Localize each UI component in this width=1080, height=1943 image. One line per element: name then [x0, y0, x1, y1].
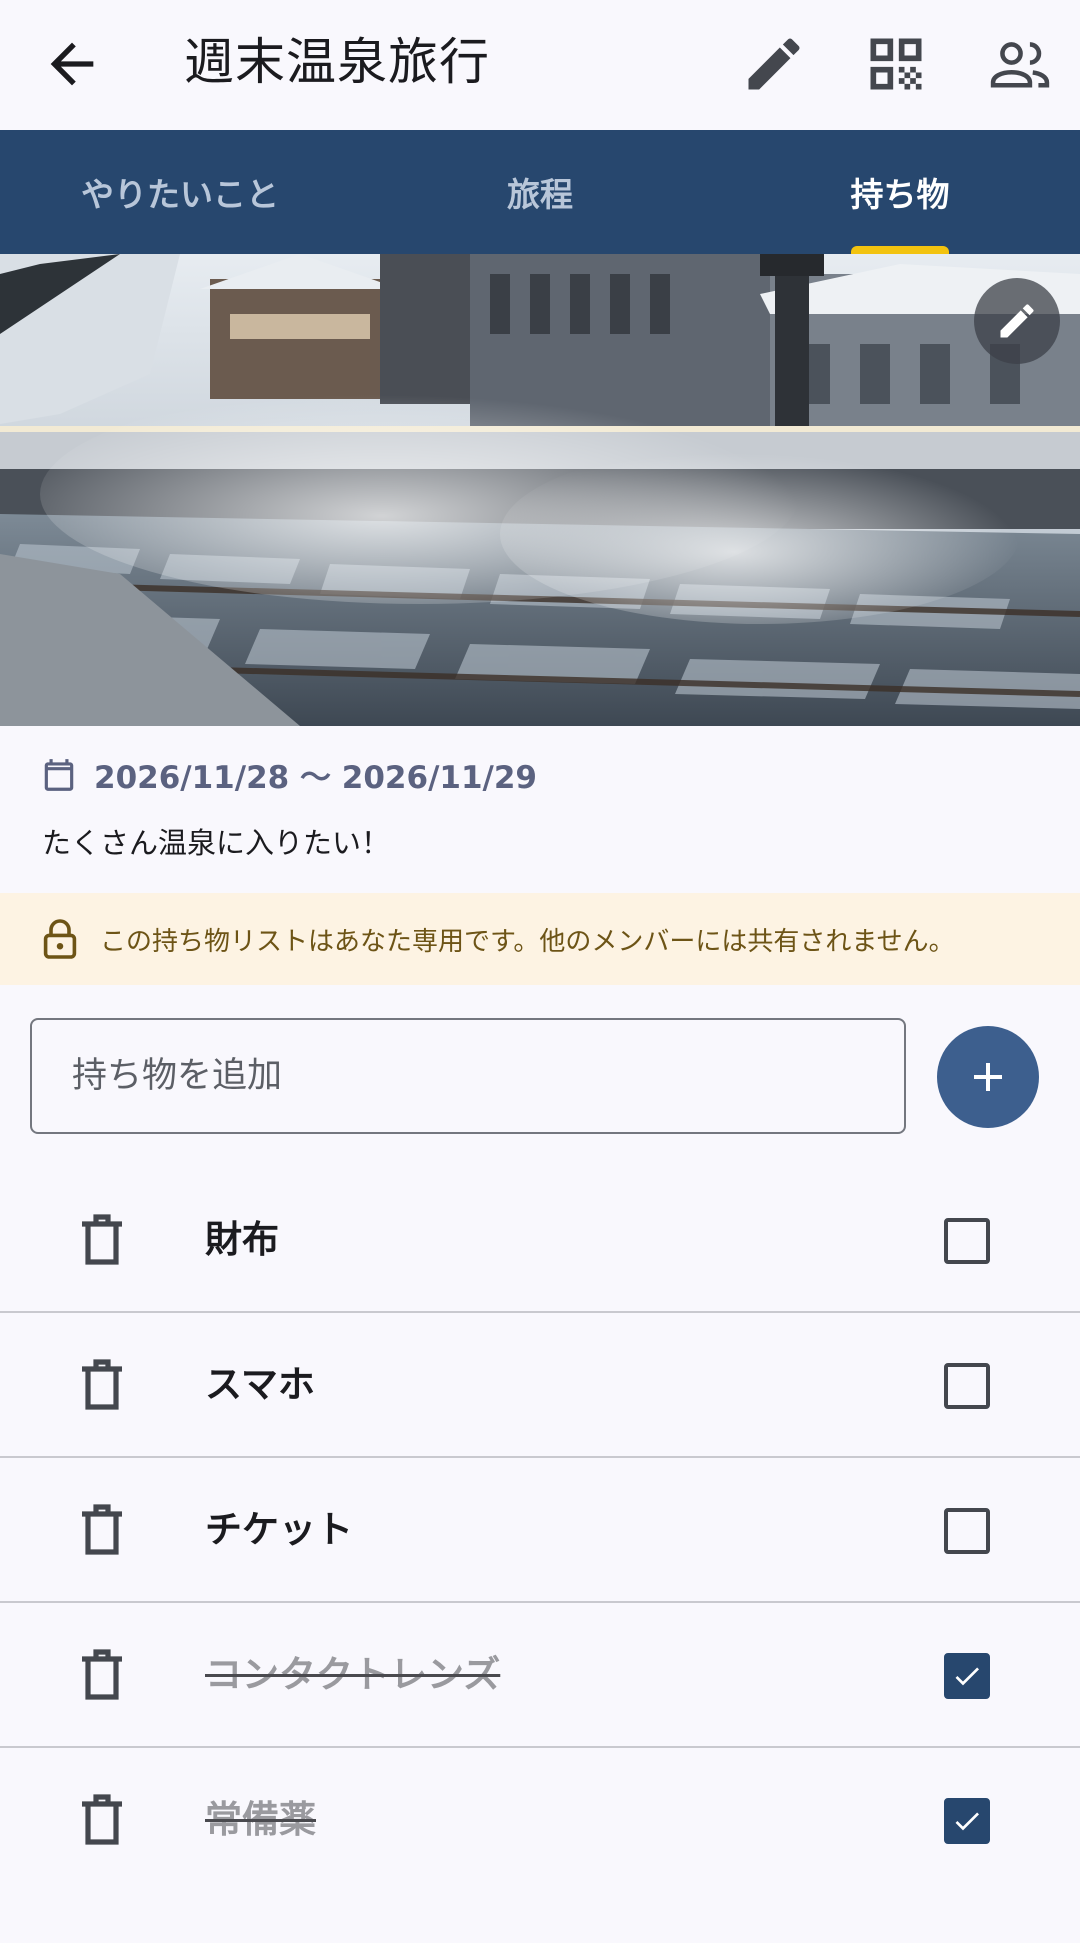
- edit-cover-button[interactable]: [974, 278, 1060, 364]
- members-button[interactable]: [984, 30, 1056, 98]
- lock-icon: [43, 919, 77, 959]
- trash-icon: [82, 1504, 122, 1555]
- people-icon: [990, 42, 1050, 88]
- item-checkbox[interactable]: [944, 1363, 990, 1409]
- list-item: コンタクトレンズ: [0, 1603, 1080, 1748]
- trip-cover-image: [0, 254, 1080, 726]
- delete-item-button[interactable]: [80, 1794, 124, 1846]
- item-checkbox[interactable]: [944, 1798, 990, 1844]
- tab-indicator: [851, 246, 949, 254]
- list-item: 財布: [0, 1168, 1080, 1313]
- cover-photo: [0, 254, 1080, 726]
- item-label: チケット: [205, 1508, 353, 1551]
- delete-item-button[interactable]: [80, 1504, 124, 1556]
- qr-code-button[interactable]: [862, 30, 930, 98]
- plus-icon: [974, 1063, 1002, 1091]
- delete-item-button[interactable]: [80, 1359, 124, 1411]
- trip-memo: たくさん温泉に入りたい！: [42, 826, 391, 860]
- packing-list: 財布 スマホ チケット コンタクトレンズ 常備薬: [0, 1168, 1080, 1893]
- private-list-notice: この持ち物リストはあなた専用です。他のメンバーには共有されません。: [0, 893, 1080, 985]
- list-item: スマホ: [0, 1313, 1080, 1458]
- back-button[interactable]: [40, 32, 104, 96]
- list-item: 常備薬: [0, 1748, 1080, 1893]
- trip-dates: 2026/11/28 〜 2026/11/29: [40, 752, 537, 797]
- tab-label: 持ち物: [850, 175, 950, 214]
- edit-icon: [1000, 304, 1034, 338]
- checkmark-icon: [955, 1667, 979, 1686]
- tab-itinerary[interactable]: 旅程: [360, 130, 720, 254]
- delete-item-button[interactable]: [80, 1214, 124, 1266]
- list-item: チケット: [0, 1458, 1080, 1603]
- tab-label: 旅程: [507, 175, 573, 214]
- page-title: 週末温泉旅行: [184, 33, 490, 91]
- delete-item-button[interactable]: [80, 1649, 124, 1701]
- item-checkbox[interactable]: [944, 1653, 990, 1699]
- top-app-bar: 週末温泉旅行: [0, 0, 1080, 130]
- date-range-text: 2026/11/28 〜 2026/11/29: [94, 760, 537, 796]
- tab-packing-list[interactable]: 持ち物: [720, 130, 1080, 254]
- add-item-input[interactable]: [30, 1018, 906, 1134]
- notice-text: この持ち物リストはあなた専用です。他のメンバーには共有されません。: [100, 926, 955, 957]
- checkmark-icon: [955, 1812, 979, 1831]
- add-item-button[interactable]: [937, 1026, 1039, 1128]
- trash-icon: [82, 1359, 122, 1410]
- edit-icon: [748, 38, 800, 90]
- item-checkbox[interactable]: [944, 1508, 990, 1554]
- item-label: 財布: [205, 1218, 279, 1261]
- item-label: 常備薬: [205, 1798, 316, 1841]
- tab-bar: やりたいこと 旅程 持ち物: [0, 130, 1080, 254]
- edit-trip-button[interactable]: [740, 30, 808, 98]
- trash-icon: [82, 1214, 122, 1265]
- tab-label: やりたいこと: [81, 175, 279, 214]
- trash-icon: [82, 1794, 122, 1845]
- calendar-icon: [44, 758, 74, 791]
- qr-code-icon: [870, 38, 922, 90]
- arrow-back-icon: [50, 42, 94, 86]
- item-label: コンタクトレンズ: [205, 1653, 501, 1696]
- item-label: スマホ: [205, 1363, 315, 1406]
- tab-wishlist[interactable]: やりたいこと: [0, 130, 360, 254]
- item-checkbox[interactable]: [944, 1218, 990, 1264]
- trash-icon: [82, 1649, 122, 1700]
